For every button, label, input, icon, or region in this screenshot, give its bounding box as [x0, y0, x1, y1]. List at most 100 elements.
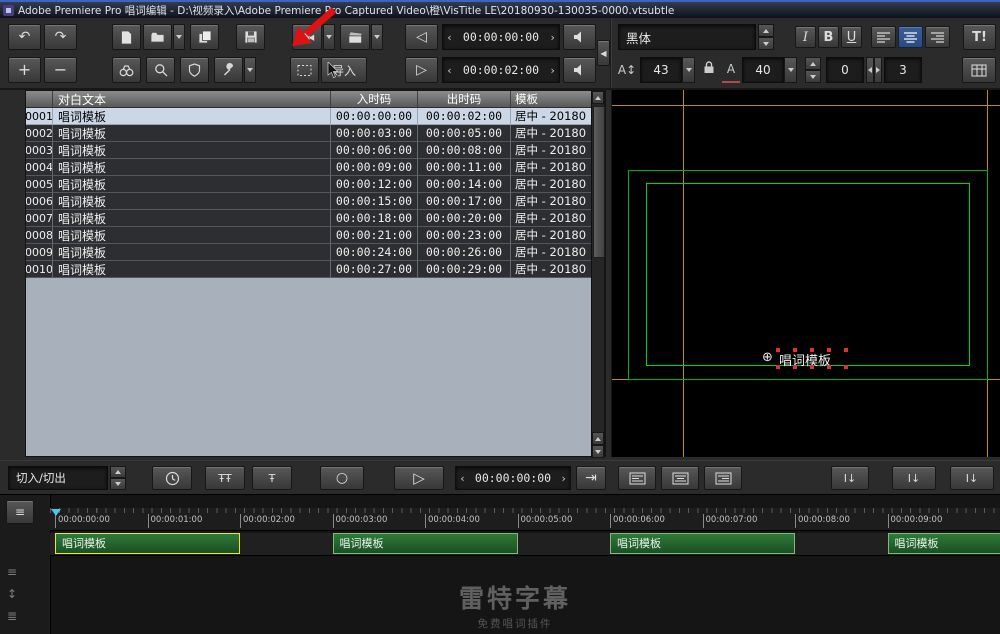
duplicate-button[interactable]	[190, 24, 219, 50]
selection-handle[interactable]	[793, 365, 797, 369]
table-header-cell[interactable]: 出时码	[418, 91, 511, 108]
settings-dropdown[interactable]	[244, 57, 256, 83]
insert-down-button-2[interactable]: I↓	[892, 466, 936, 490]
font-family-spinner[interactable]	[758, 24, 774, 50]
sync-time-button[interactable]	[152, 466, 192, 490]
scrollbar-thumb[interactable]	[593, 106, 605, 258]
find-button[interactable]	[112, 57, 141, 83]
selection-handle[interactable]	[827, 348, 831, 352]
redo-button[interactable]: ↷	[44, 24, 77, 50]
title-style-button[interactable]: T!	[963, 24, 996, 50]
line-count-field[interactable]: 3	[884, 57, 922, 83]
out-timecode-field[interactable]: ‹ 00:00:02:00 ›	[442, 57, 560, 83]
second-size-select[interactable]: 40	[742, 57, 784, 83]
timeline-panel[interactable]: ≡ ≡ ↕ ≣ 00:00:00:0000:00:01:0000:00:02:0…	[0, 494, 1000, 634]
table-row[interactable]: 0003唱词模板00:00:06:0000:00:08:00居中 - 20180	[26, 142, 594, 159]
list-view-left-button[interactable]	[618, 466, 656, 490]
insert-down-button-3[interactable]: I↓	[950, 466, 994, 490]
table-row[interactable]: 0002唱词模板00:00:03:0000:00:05:00居中 - 20180	[26, 125, 594, 142]
table-header-cell[interactable]: 入时码	[331, 91, 418, 108]
undo-button[interactable]: ↶	[8, 24, 41, 50]
go-to-out-button[interactable]: ▷	[405, 57, 438, 83]
increment-icon[interactable]: ›	[557, 472, 570, 485]
spacing-field[interactable]: 0	[826, 57, 864, 83]
track-grid-icon[interactable]: ≣	[7, 609, 17, 623]
capture-button[interactable]	[292, 24, 322, 50]
scroll-down-button[interactable]	[592, 445, 604, 458]
track-height-icon[interactable]: ↕	[7, 587, 17, 601]
preview-panel[interactable]: ⊕ 唱词模板	[612, 90, 1000, 457]
timeline-clip[interactable]: 唱词模板	[610, 533, 795, 554]
selection-handle[interactable]	[810, 348, 814, 352]
new-file-button[interactable]	[112, 24, 141, 50]
table-scrollbar[interactable]	[591, 91, 604, 458]
list-view-center-button[interactable]	[661, 466, 699, 490]
panel-splitter[interactable]	[605, 90, 612, 457]
table-row[interactable]: 0005唱词模板00:00:12:0000:00:14:00居中 - 20180	[26, 176, 594, 193]
track-tool-icon[interactable]: ≡	[7, 565, 17, 579]
table-row[interactable]: 0001唱词模板00:00:00:0000:00:02:00居中 - 20180	[26, 108, 594, 125]
layout-grid-button[interactable]	[962, 57, 996, 83]
insert-down-button-1[interactable]: I↓	[831, 466, 869, 490]
timeline-clip[interactable]: 唱词模板	[55, 533, 240, 554]
selection-handle[interactable]	[844, 365, 848, 369]
table-header-cell[interactable]: 模板	[511, 91, 594, 108]
in-timecode-field[interactable]: ‹ 00:00:00:00 ›	[442, 24, 560, 50]
apply-out-button[interactable]	[563, 57, 596, 83]
selection-handle[interactable]	[793, 348, 797, 352]
scroll-up-button2[interactable]	[592, 432, 604, 445]
go-to-in-button[interactable]: ◁	[405, 24, 438, 50]
increment-icon[interactable]: ›	[546, 64, 559, 77]
import-button[interactable]: 导入	[321, 57, 367, 83]
playback-timecode-field[interactable]: ‹ 00:00:00:00 ›	[455, 466, 571, 490]
table-row[interactable]: 0010唱词模板00:00:27:0000:00:29:00居中 - 20180	[26, 261, 594, 278]
selection-handle[interactable]	[844, 348, 848, 352]
decrement-icon[interactable]: ‹	[456, 472, 469, 485]
table-header-cell[interactable]: 对白文本	[53, 91, 331, 108]
increment-icon[interactable]: ›	[546, 31, 559, 44]
scroll-up-button[interactable]	[592, 91, 604, 104]
list-view-right-button[interactable]	[704, 466, 742, 490]
settings-button[interactable]	[214, 57, 243, 83]
selection-handle[interactable]	[776, 365, 780, 369]
align-center-button[interactable]	[898, 26, 923, 48]
selection-handle[interactable]	[810, 365, 814, 369]
align-left-button[interactable]	[871, 26, 896, 48]
record-button[interactable]: ○	[320, 466, 364, 490]
kerning-spinner[interactable]	[866, 57, 882, 83]
open-file-dropdown[interactable]	[173, 24, 185, 50]
italic-button[interactable]: I	[795, 26, 816, 48]
align-right-button[interactable]	[925, 26, 950, 48]
font-family-select[interactable]: 黑体	[618, 24, 756, 50]
selection-handle[interactable]	[827, 365, 831, 369]
titlebar[interactable]: Adobe Premiere Pro 唱词编辑 - D:\视频录入\Adobe …	[0, 2, 1000, 18]
search-button[interactable]	[146, 57, 175, 83]
save-button[interactable]	[236, 24, 265, 50]
remove-row-button[interactable]: −	[44, 57, 77, 83]
panel-collapse-button[interactable]: ◀	[597, 40, 610, 66]
capture-dropdown[interactable]	[323, 24, 335, 50]
table-header-cell[interactable]	[26, 91, 53, 108]
second-size-dropdown[interactable]	[784, 57, 797, 83]
spacing-spinner[interactable]	[805, 57, 821, 83]
export-dropdown[interactable]	[371, 24, 383, 50]
open-file-button[interactable]	[143, 24, 172, 50]
edit-mode-select[interactable]: 切入/切出	[8, 466, 108, 490]
text-mode-double-button[interactable]: ŦŦ	[205, 466, 245, 490]
edit-mode-spinner[interactable]	[110, 466, 126, 490]
text-mode-single-button[interactable]: Ŧ	[252, 466, 292, 490]
export-button[interactable]	[340, 24, 370, 50]
font-size-dropdown[interactable]	[682, 57, 695, 83]
add-row-button[interactable]: +	[8, 57, 41, 83]
timeline-menu-button[interactable]: ≡	[6, 500, 34, 524]
select-region-button[interactable]	[290, 57, 319, 83]
table-row[interactable]: 0006唱词模板00:00:15:0000:00:17:00居中 - 20180	[26, 193, 594, 210]
subtitle-overlay[interactable]: ⊕ 唱词模板	[762, 348, 872, 370]
table-row[interactable]: 0008唱词模板00:00:21:0000:00:23:00居中 - 20180	[26, 227, 594, 244]
play-button[interactable]: ▷	[394, 466, 444, 490]
decrement-icon[interactable]: ‹	[443, 64, 456, 77]
timeline-ruler[interactable]: 00:00:00:0000:00:01:0000:00:02:0000:00:0…	[50, 508, 1000, 531]
skip-to-end-button[interactable]: ⇥	[576, 466, 606, 490]
bold-button[interactable]: B	[818, 26, 839, 48]
timeline-clip[interactable]: 唱词模板	[333, 533, 518, 554]
